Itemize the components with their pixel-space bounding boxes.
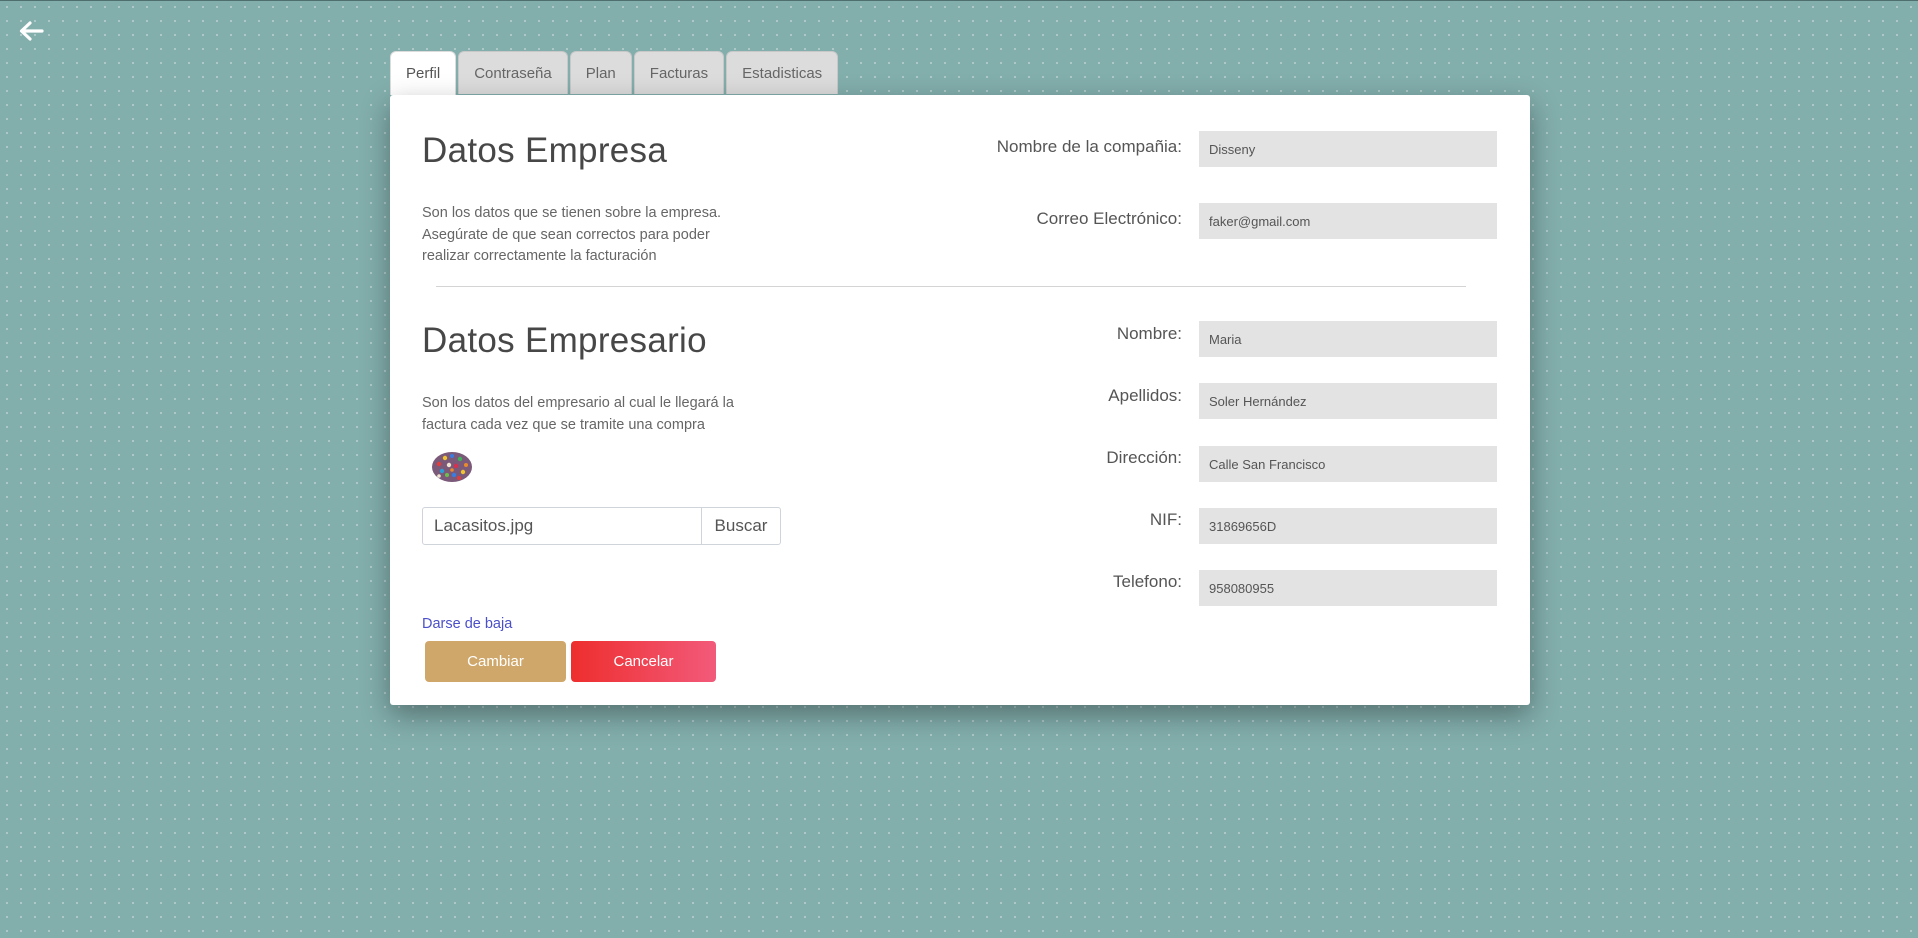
unsubscribe-link[interactable]: Darse de baja xyxy=(422,616,512,632)
change-button[interactable]: Cambiar xyxy=(425,641,566,682)
empresa-title: Datos Empresa xyxy=(422,131,668,170)
empresa-description: Son los datos que se tienen sobre la emp… xyxy=(422,205,722,264)
section-divider xyxy=(436,286,1466,287)
file-upload[interactable]: Lacasitos.jpg Buscar xyxy=(422,507,781,545)
cancel-button[interactable]: Cancelar xyxy=(571,641,716,682)
telefono-label: Telefono: xyxy=(1113,572,1182,591)
apellidos-input[interactable] xyxy=(1199,383,1497,419)
file-name-field[interactable]: Lacasitos.jpg xyxy=(423,508,701,544)
company-name-input[interactable] xyxy=(1199,131,1497,167)
tab-bar: Perfil Contraseña Plan Facturas Estadist… xyxy=(390,51,840,95)
nombre-label: Nombre: xyxy=(1116,324,1182,343)
tab-plan[interactable]: Plan xyxy=(569,51,632,94)
email-label: Correo Electrónico: xyxy=(1036,209,1182,228)
tab-perfil[interactable]: Perfil xyxy=(390,51,457,95)
tab-estadisticas[interactable]: Estadisticas xyxy=(726,51,839,94)
nombre-input[interactable] xyxy=(1199,321,1497,357)
company-logo-avatar xyxy=(432,452,472,482)
tab-contrasena[interactable]: Contraseña xyxy=(458,51,568,94)
back-button[interactable] xyxy=(16,18,46,44)
apellidos-label: Apellidos: xyxy=(1108,386,1182,405)
nif-input[interactable] xyxy=(1199,508,1497,544)
email-input[interactable] xyxy=(1199,203,1497,239)
nif-label: NIF: xyxy=(1149,510,1182,529)
company-name-label: Nombre de la compañia: xyxy=(996,137,1182,156)
profile-card: Datos Empresa Son los datos que se tiene… xyxy=(390,95,1530,705)
arrow-left-icon xyxy=(19,21,44,41)
top-border xyxy=(0,0,1918,1)
browse-button[interactable]: Buscar xyxy=(701,508,780,544)
telefono-input[interactable] xyxy=(1199,570,1497,606)
direccion-input[interactable] xyxy=(1199,446,1497,482)
empresario-title: Datos Empresario xyxy=(422,321,707,360)
empresario-description: Son los datos del empresario al cual le … xyxy=(422,395,734,433)
direccion-label: Dirección: xyxy=(1106,448,1182,467)
tab-facturas[interactable]: Facturas xyxy=(633,51,725,94)
